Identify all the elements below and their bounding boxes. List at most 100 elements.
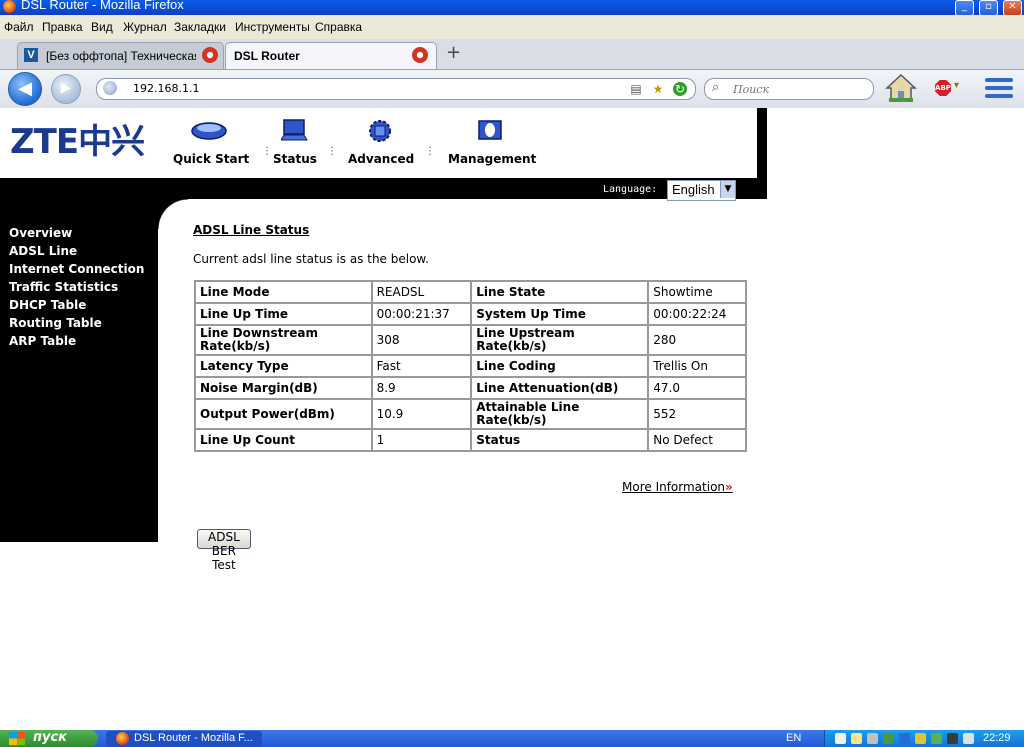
management-icon[interactable] (477, 118, 503, 142)
nav-status[interactable]: Status (273, 152, 317, 166)
row-label: Line Mode (194, 280, 373, 304)
sidebar-item-dhcp-table[interactable]: DHCP Table (9, 298, 86, 312)
menu-view[interactable]: Вид (91, 20, 113, 34)
language-select[interactable]: English ▼ (667, 180, 736, 201)
menu-help[interactable]: Справка (315, 20, 362, 34)
tab-bar: V [Без оффтопа] Техническая... DSL Route… (0, 39, 1024, 70)
minimize-button[interactable]: _ (955, 0, 974, 15)
firefox-icon (3, 0, 16, 13)
tray-network-icon[interactable] (835, 733, 846, 744)
chevron-down-icon[interactable]: ▼ (720, 181, 735, 198)
tray-battery-icon[interactable] (931, 733, 942, 744)
menu-bar: Файл Правка Вид Журнал Закладки Инструме… (0, 15, 1024, 39)
search-icon: ⌕ (712, 80, 720, 95)
close-tab-icon[interactable] (202, 47, 218, 63)
sidebar-item-adsl-line[interactable]: ADSL Line (9, 244, 77, 258)
tray-notes-icon[interactable] (851, 733, 862, 744)
tab-dsl-router[interactable]: DSL Router (225, 42, 437, 69)
taskbar-item-label: DSL Router - Mozilla F... (134, 732, 253, 744)
tray-globe-icon[interactable] (883, 733, 894, 744)
nav-separator: ⋮ (327, 146, 337, 157)
row-label: Line Downstream Rate(kb/s) (194, 324, 373, 356)
row-label: Line Attenuation(dB) (470, 376, 650, 400)
table-row: Output Power(dBm) 10.9 Attainable Line R… (194, 398, 747, 430)
row-label: Latency Type (194, 354, 373, 378)
menu-edit[interactable]: Правка (42, 20, 83, 34)
table-row: Line Up Count 1 Status No Defect (194, 428, 747, 452)
row-label: Line Upstream Rate(kb/s) (470, 324, 650, 356)
row-value: Trellis On (647, 354, 747, 378)
search-bar[interactable]: ⌕ (704, 78, 874, 100)
zte-logo: ZTE中兴 (10, 122, 145, 162)
language-indicator[interactable]: EN (786, 732, 801, 744)
row-value: READSL (370, 280, 473, 304)
close-tab-icon[interactable] (412, 47, 428, 63)
menu-hamburger-icon[interactable] (985, 78, 1013, 100)
row-value: 8.9 (370, 376, 473, 400)
table-row: Line Mode READSL Line State Showtime (194, 280, 747, 304)
router-page: ZTE中兴 Quick Start ⋮ Status ⋮ Advanced ⋮ … (0, 108, 1024, 730)
start-button[interactable]: пуск (0, 730, 98, 747)
site-identity-icon[interactable] (103, 81, 117, 95)
back-button[interactable]: ◀ (8, 72, 42, 106)
router-sidebar: Overview ADSL Line Internet Connection T… (0, 199, 158, 542)
nav-management[interactable]: Management (448, 152, 536, 166)
sidebar-item-arp-table[interactable]: ARP Table (9, 334, 76, 348)
header-right-bar (757, 108, 767, 199)
page-info-icon[interactable]: ▤ (629, 82, 643, 96)
tray-star-icon[interactable] (915, 733, 926, 744)
row-label: Output Power(dBm) (194, 398, 373, 430)
router-header: ZTE中兴 Quick Start ⋮ Status ⋮ Advanced ⋮ … (0, 108, 767, 201)
adblock-plus-icon[interactable]: ABP (935, 80, 951, 96)
close-window-button[interactable]: ✕ (1003, 0, 1022, 15)
tray-bell-icon[interactable] (947, 733, 958, 744)
adsl-ber-test-button[interactable]: ADSL BER Test (197, 529, 251, 572)
language-value: English (672, 182, 715, 197)
home-icon[interactable] (885, 72, 917, 104)
nav-quick-start[interactable]: Quick Start (173, 152, 249, 166)
table-row: Line Up Time 00:00:21:37 System Up Time … (194, 302, 747, 326)
address-bar[interactable]: ▤ ★ ↻ (96, 78, 696, 100)
sidebar-item-traffic-statistics[interactable]: Traffic Statistics (9, 280, 118, 294)
tab-forum[interactable]: V [Без оффтопа] Техническая... (17, 42, 224, 69)
menu-bookmarks[interactable]: Закладки (174, 20, 226, 34)
forward-button[interactable]: ▶ (51, 74, 81, 104)
sidebar-item-overview[interactable]: Overview (9, 226, 72, 240)
sidebar-item-routing-table[interactable]: Routing Table (9, 316, 102, 330)
table-row: Noise Margin(dB) 8.9 Line Attenuation(dB… (194, 376, 747, 400)
new-tab-button[interactable]: + (446, 42, 461, 63)
section-description: Current adsl line status is as the below… (193, 252, 429, 266)
table-row: Latency Type Fast Line Coding Trellis On (194, 354, 747, 378)
sidebar-item-internet-connection[interactable]: Internet Connection (9, 262, 144, 276)
row-value: Fast (370, 354, 473, 378)
bookmark-star-icon[interactable]: ★ (651, 82, 665, 96)
more-information-link[interactable]: More Information» (622, 480, 733, 494)
status-icon[interactable] (281, 118, 309, 142)
tray-shield-icon[interactable] (899, 733, 910, 744)
adblock-dropdown-icon[interactable]: ▾ (954, 80, 959, 91)
url-input[interactable] (133, 81, 603, 95)
window-title-bar: DSL Router - Mozilla Firefox _ ▫ ✕ (0, 0, 1024, 15)
row-value: 1 (370, 428, 473, 452)
advanced-icon[interactable] (366, 118, 394, 144)
reload-icon[interactable]: ↻ (673, 82, 687, 96)
row-value: Showtime (647, 280, 747, 304)
maximize-button[interactable]: ▫ (979, 0, 998, 15)
row-value: 10.9 (370, 398, 473, 430)
quick-start-icon[interactable] (189, 118, 229, 142)
adsl-status-table: Line Mode READSL Line State Showtime Lin… (194, 280, 747, 452)
row-value: 308 (370, 324, 473, 356)
menu-tools[interactable]: Инструменты (235, 20, 310, 34)
row-value: 00:00:22:24 (647, 302, 747, 326)
start-label: пуск (33, 730, 67, 745)
search-input[interactable] (733, 82, 863, 96)
menu-file[interactable]: Файл (4, 20, 34, 34)
tray-printer-icon[interactable] (867, 733, 878, 744)
taskbar: пуск DSL Router - Mozilla F... EN 22:29 (0, 730, 1024, 747)
taskbar-item-firefox[interactable]: DSL Router - Mozilla F... (106, 731, 262, 747)
section-title: ADSL Line Status (193, 223, 310, 237)
menu-history[interactable]: Журнал (123, 20, 167, 34)
tray-volume-icon[interactable] (963, 733, 974, 744)
row-value: 47.0 (647, 376, 747, 400)
nav-advanced[interactable]: Advanced (348, 152, 414, 166)
